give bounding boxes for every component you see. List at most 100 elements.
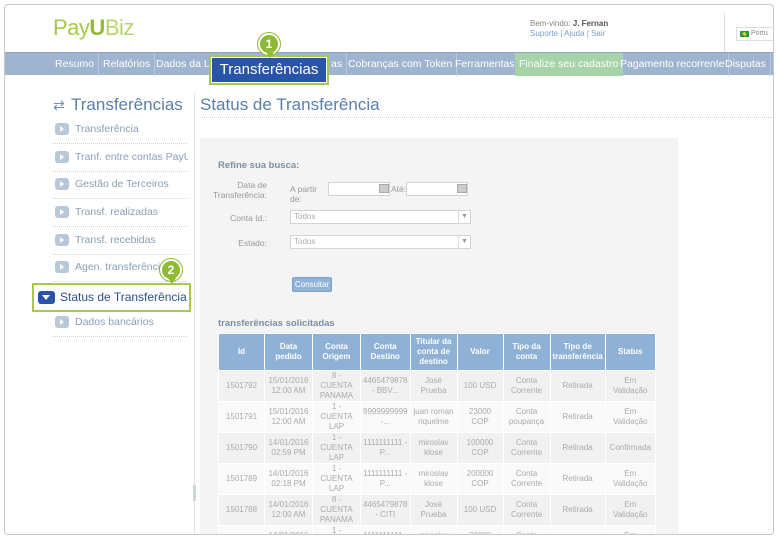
- cell-titular: juan roman riquelme: [409, 401, 458, 433]
- cell-tipo-transferencia: Retirada: [549, 463, 606, 495]
- cell-conta-destino: 1111111111 - P...: [360, 525, 411, 534]
- table-row[interactable]: 150178714/01/2016 12:00 AM1 - CUENTA LAP…: [218, 525, 656, 534]
- state-select[interactable]: Todos: [290, 235, 471, 249]
- chevron-right-icon: [55, 178, 69, 190]
- sidebar-divider: [194, 93, 195, 534]
- cell-tipo-conta: Conta Corrente: [502, 494, 551, 526]
- chevron-right-icon: [55, 206, 69, 218]
- welcome-label: Bem-vindo:: [530, 19, 571, 28]
- nav-finalize-cadastro[interactable]: Finalize seu cadastro: [515, 53, 624, 76]
- sidebar-item-label: Dados bancários: [75, 316, 154, 328]
- cell-id: 1501789: [218, 463, 265, 495]
- cell-data-pedido: 14/01/2016 12:00 AM: [264, 525, 313, 534]
- cell-data-pedido: 14/01/2016 02:18 PM: [264, 463, 313, 495]
- col-conta-destino[interactable]: Conta Destino: [360, 333, 411, 371]
- sidebar-item-transf-realizadas[interactable]: Transf. realizadas: [53, 203, 188, 227]
- nav-cobrancas-token[interactable]: Cobranças com Token: [344, 53, 458, 76]
- sidebar-item-gestao-terceiros[interactable]: Gestão de Terceiros: [53, 175, 188, 199]
- chevron-down-icon[interactable]: ▼: [458, 211, 470, 223]
- transfer-icon: ⇄: [53, 97, 65, 113]
- sidebar-item-label: Agen. transferência: [75, 261, 167, 273]
- cell-tipo-conta: Conta Corrente: [502, 370, 551, 402]
- col-data-pedido[interactable]: Data pedido: [264, 333, 313, 371]
- col-valor[interactable]: Valor: [456, 333, 504, 371]
- chevron-right-icon: [55, 316, 69, 328]
- filter-heading: Refine sua busca:: [218, 160, 300, 171]
- nav-transferencias-highlighted[interactable]: Transferências: [209, 55, 329, 85]
- logo-pay: Pay: [53, 15, 90, 40]
- sidebar-scroll-handle[interactable]: [193, 485, 196, 501]
- from-label: A partir de:: [290, 184, 317, 204]
- cell-titular: José Prueba: [409, 494, 458, 526]
- table-header-row: Id Data pedido Conta Origem Conta Destin…: [218, 333, 656, 371]
- sidebar-item-label: Gestão de Terceiros: [75, 178, 169, 190]
- cell-tipo-transferencia: Retirada: [549, 432, 606, 464]
- payu-biz-logo[interactable]: PayUBiz: [53, 15, 134, 41]
- cell-valor: 23000 COP: [456, 525, 504, 534]
- cell-tipo-conta: Conta poupança: [502, 401, 551, 433]
- account-label: Conta Id.:: [230, 213, 267, 223]
- col-tipo-transferencia[interactable]: Tipo de transferência: [549, 333, 606, 371]
- cell-tipo-conta: Conta Corrente: [502, 525, 551, 534]
- cell-status: Em Validação: [604, 370, 656, 402]
- cell-tipo-transferencia: Retirada: [549, 525, 606, 534]
- cell-data-pedido: 15/01/2016 12:00 AM: [264, 401, 313, 433]
- cell-data-pedido: 14/01/2016 02:59 PM: [264, 432, 313, 464]
- cell-tipo-transferencia: Retirada: [549, 401, 606, 433]
- nav-relatorios[interactable]: Relatórios: [99, 53, 156, 76]
- nav-pagamento-recorrente[interactable]: Pagamento recorrente: [616, 53, 730, 76]
- nav-resumo[interactable]: Resumo: [51, 53, 100, 76]
- date-label: Data de Transferência:: [212, 180, 267, 200]
- cell-status: Em Validação: [604, 494, 656, 526]
- cell-valor: 100000 COP: [456, 432, 504, 464]
- table-row[interactable]: 1501791 15/01/2016 12:00 AM 1 - CUENTA LAP…: [218, 401, 656, 433]
- sidebar-item-status-transferencia[interactable]: Status de Transferência: [32, 283, 191, 312]
- cell-conta-destino: 4465479878 - CITI: [360, 494, 411, 526]
- cell-conta-origem: 1 - CUENTA LAP: [312, 463, 361, 495]
- language-selector[interactable]: Portu: [736, 27, 773, 41]
- table-row[interactable]: 1501788 14/01/2016 12:00 AM 8 - CUENTA PAN…: [218, 494, 656, 526]
- cell-id: 1501790: [218, 432, 265, 464]
- cell-status: Em Validação: [604, 401, 656, 433]
- table-row[interactable]: 1501792 15/01/2016 12:00 AM 8 - CUENTA PAN…: [218, 370, 656, 402]
- cell-tipo-conta: Conta Corrente: [502, 463, 551, 495]
- header-links[interactable]: Suporte | Ajuda | Sair: [530, 29, 608, 39]
- brazil-flag-icon: [740, 31, 749, 37]
- table-row[interactable]: 1501789 14/01/2016 02:18 PM 1 - CUENTA LAP…: [218, 463, 656, 495]
- sidebar-item-label: Transf. realizadas: [75, 206, 159, 218]
- cell-conta-destino: 9999999999 -...: [360, 401, 411, 433]
- callout-badge-1: 1: [258, 33, 280, 58]
- sidebar-item-label: Transferência: [75, 123, 139, 135]
- cell-valor: 200000 COP: [456, 463, 504, 495]
- chevron-right-icon: [55, 123, 69, 135]
- sidebar-item-transferencia[interactable]: Transferência: [53, 120, 188, 144]
- col-id[interactable]: Id: [218, 333, 265, 371]
- nav-ferramentas[interactable]: Ferramentas: [451, 53, 520, 76]
- to-label: Até:: [391, 184, 407, 194]
- user-box: Bem-vindo: J. Fernan Suporte | Ajuda | S…: [530, 19, 608, 39]
- calendar-icon[interactable]: [457, 184, 467, 193]
- calendar-icon[interactable]: [379, 184, 389, 193]
- cell-data-pedido: 14/01/2016 12:00 AM: [264, 494, 313, 526]
- cell-status: Em Validação: [604, 463, 656, 495]
- header-divider: [724, 13, 725, 53]
- chevron-down-icon[interactable]: ▼: [458, 236, 470, 248]
- cell-titular: miroslav klose: [409, 432, 458, 464]
- sidebar-item-transf-recebidas[interactable]: Transf. recebidas: [53, 231, 188, 255]
- account-select[interactable]: Todos: [290, 210, 471, 224]
- table-row[interactable]: 1501790 14/01/2016 02:59 PM 1 - CUENTA LAP…: [218, 432, 656, 464]
- consultar-button[interactable]: Consultar: [292, 277, 332, 292]
- sidebar-item-dados-bancarios[interactable]: Dados bancários: [53, 313, 188, 337]
- col-conta-origem[interactable]: Conta Origem: [312, 333, 361, 371]
- col-status[interactable]: Status: [604, 333, 656, 371]
- cell-conta-origem: 8 - CUENTA PANAMA: [312, 370, 361, 402]
- cell-valor: 23000 COP: [456, 401, 504, 433]
- col-titular[interactable]: Titular da conta de destino: [409, 333, 458, 371]
- sidebar-item-tranf-entre-contas[interactable]: Tranf. entre contas PayU: [53, 148, 188, 172]
- cell-id: 1501787: [218, 525, 265, 534]
- cell-titular: José Prueba: [409, 370, 458, 402]
- nav-disputas[interactable]: Disputas: [721, 53, 771, 76]
- col-tipo-conta[interactable]: Tipo da conta: [502, 333, 551, 371]
- cell-data-pedido: 15/01/2016 12:00 AM: [264, 370, 313, 402]
- main-nav: Resumo Relatórios Dados da Lo as Cobranç…: [5, 52, 773, 76]
